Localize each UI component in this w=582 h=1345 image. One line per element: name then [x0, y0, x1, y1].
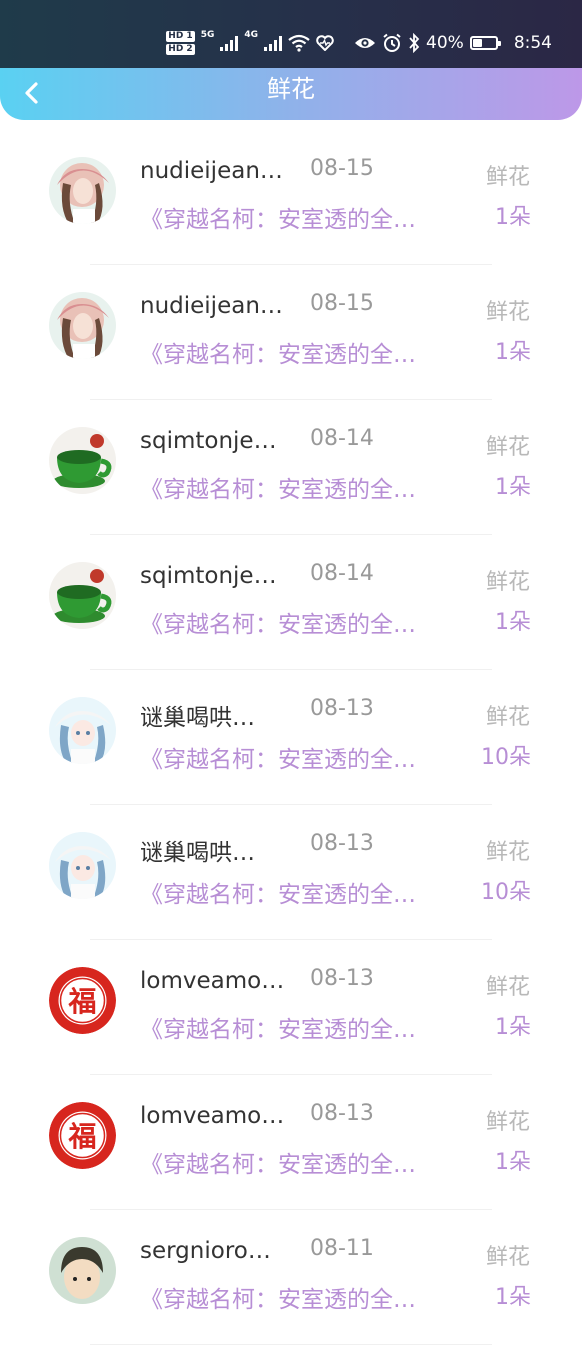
gift-date: 08-13: [310, 831, 374, 856]
gift-type: 鲜花: [485, 435, 530, 460]
gift-type: 鲜花: [485, 705, 530, 730]
user-avatar[interactable]: [49, 292, 116, 359]
network-type-2: 4G: [244, 30, 259, 40]
eye-icon: [355, 38, 376, 48]
flower-record-row[interactable]: sqimtonje… 08-14 鲜花 《穿越名柯：安室透的全… 1朵: [0, 535, 582, 670]
book-title-link[interactable]: 《穿越名柯：安室透的全…: [140, 1280, 465, 1314]
gift-type: 鲜花: [485, 1245, 530, 1270]
gift-date: 08-15: [310, 291, 374, 316]
sim1-label: HD 1: [166, 31, 195, 42]
gift-quantity: 1朵: [495, 610, 531, 635]
username: nudieijean…: [140, 158, 283, 184]
gift-date: 08-15: [310, 156, 374, 181]
username: sqimtonje…: [140, 428, 277, 454]
user-avatar[interactable]: [49, 1237, 116, 1304]
username: lomveamo…: [140, 1103, 285, 1129]
wifi-icon: [288, 34, 310, 52]
user-avatar[interactable]: [49, 157, 116, 224]
alarm-icon: [383, 33, 401, 52]
sim2-label: HD 2: [166, 44, 195, 55]
user-avatar[interactable]: [49, 697, 116, 764]
gift-date: 08-13: [310, 966, 374, 991]
flower-record-row[interactable]: nudieijean… 08-15 鲜花 《穿越名柯：安室透的全… 1朵: [0, 130, 582, 265]
flower-record-row[interactable]: sergnioro… 08-11 鲜花 《穿越名柯：安室透的全… 1朵: [0, 1210, 582, 1345]
flower-list: nudieijean… 08-15 鲜花 《穿越名柯：安室透的全… 1朵 nudieije…: [0, 130, 582, 1345]
gift-quantity: 1朵: [495, 1285, 531, 1310]
status-icons: HD 1 HD 2 5G 4G 40% 8:54: [166, 28, 552, 58]
page-title: 鲜花: [267, 75, 315, 103]
battery-icon: [469, 36, 501, 50]
username: sqimtonje…: [140, 563, 277, 589]
gift-type: 鲜花: [485, 165, 530, 190]
clock-time: 8:54: [513, 33, 552, 53]
flower-record-row[interactable]: 福 lomveamo… 08-13 鲜花 《穿越名柯：安室透的全… 1朵: [0, 940, 582, 1075]
bluetooth-icon: [409, 33, 420, 53]
gift-quantity: 10朵: [481, 745, 531, 770]
svg-text:福: 福: [67, 985, 96, 1018]
sim-indicators: HD 1 HD 2: [166, 30, 195, 56]
book-title-link[interactable]: 《穿越名柯：安室透的全…: [140, 470, 465, 504]
svg-text:福: 福: [67, 1120, 96, 1153]
book-title-link[interactable]: 《穿越名柯：安室透的全…: [140, 740, 465, 774]
user-avatar[interactable]: [49, 427, 116, 494]
book-title-link[interactable]: 《穿越名柯：安室透的全…: [140, 605, 465, 639]
book-title-link[interactable]: 《穿越名柯：安室透的全…: [140, 1145, 465, 1179]
gift-date: 08-13: [310, 1101, 374, 1126]
flower-record-row[interactable]: nudieijean… 08-15 鲜花 《穿越名柯：安室透的全… 1朵: [0, 265, 582, 400]
gift-date: 08-11: [310, 1236, 374, 1261]
gift-date: 08-14: [310, 561, 374, 586]
gift-quantity: 1朵: [495, 1150, 531, 1175]
gift-quantity: 1朵: [495, 205, 531, 230]
gift-quantity: 1朵: [495, 475, 531, 500]
top-header: 鲜花: [0, 68, 582, 120]
user-avatar[interactable]: 福: [49, 1102, 116, 1169]
book-title-link[interactable]: 《穿越名柯：安室透的全…: [140, 1010, 465, 1044]
gift-quantity: 1朵: [495, 1015, 531, 1040]
flower-record-row[interactable]: 福 lomveamo… 08-13 鲜花 《穿越名柯：安室透的全… 1朵: [0, 1075, 582, 1210]
gift-type: 鲜花: [485, 300, 530, 325]
gift-type: 鲜花: [485, 1110, 530, 1135]
username: lomveamo…: [140, 968, 285, 994]
username: sergnioro…: [140, 1238, 271, 1264]
user-avatar[interactable]: [49, 832, 116, 899]
gift-type: 鲜花: [485, 975, 530, 1000]
flower-record-row[interactable]: sqimtonje… 08-14 鲜花 《穿越名柯：安室透的全… 1朵: [0, 400, 582, 535]
gift-quantity: 10朵: [481, 880, 531, 905]
battery-percent: 40%: [426, 33, 464, 53]
gift-quantity: 1朵: [495, 340, 531, 365]
signal-icon: [264, 35, 283, 51]
gift-date: 08-13: [310, 696, 374, 721]
gift-type: 鲜花: [485, 570, 530, 595]
flower-record-row[interactable]: 谜巢喝哄… 08-13 鲜花 《穿越名柯：安室透的全… 10朵: [0, 805, 582, 940]
username: 谜巢喝哄…: [140, 840, 255, 866]
network-type-1: 5G: [200, 30, 215, 40]
username: nudieijean…: [140, 293, 283, 319]
gift-date: 08-14: [310, 426, 374, 451]
book-title-link[interactable]: 《穿越名柯：安室透的全…: [140, 335, 465, 369]
heart-icon: [316, 35, 334, 51]
book-title-link[interactable]: 《穿越名柯：安室透的全…: [140, 200, 465, 234]
username: 谜巢喝哄…: [140, 705, 255, 731]
book-title-link[interactable]: 《穿越名柯：安室透的全…: [140, 875, 465, 909]
user-avatar[interactable]: 福: [49, 967, 116, 1034]
user-avatar[interactable]: [49, 562, 116, 629]
status-bar: HD 1 HD 2 5G 4G 40% 8:54: [0, 0, 582, 68]
gift-type: 鲜花: [485, 840, 530, 865]
flower-record-row[interactable]: 谜巢喝哄… 08-13 鲜花 《穿越名柯：安室透的全… 10朵: [0, 670, 582, 805]
signal-icon: [220, 35, 239, 51]
